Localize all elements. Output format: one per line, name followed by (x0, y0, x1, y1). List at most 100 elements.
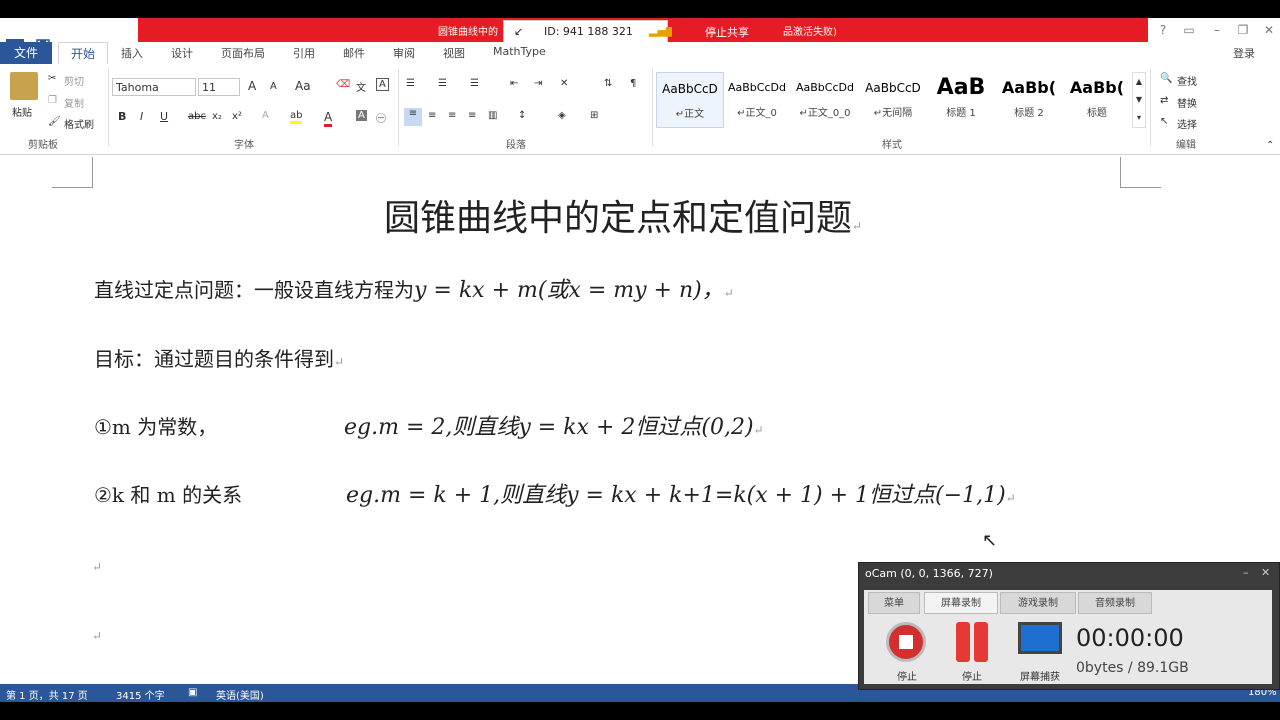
char-shading-icon[interactable]: A (356, 110, 367, 121)
bullets-icon[interactable]: ☰ (406, 78, 415, 89)
tab-mailings[interactable]: 邮件 (343, 45, 365, 61)
ocam-tab-screen[interactable]: 屏幕录制 (924, 592, 998, 614)
language[interactable]: 英语(美国) (216, 687, 264, 702)
bold-button[interactable]: B (118, 110, 126, 123)
strikethrough-button[interactable]: abc (188, 111, 206, 122)
help-button[interactable]: ? (1152, 20, 1174, 40)
item-2-label[interactable]: ②k 和 m 的关系 (94, 479, 242, 508)
replace-button[interactable]: 替换 (1177, 95, 1197, 110)
cut-button[interactable]: 剪切 (64, 73, 84, 88)
phonetic-guide-icon[interactable]: 文 (356, 79, 366, 94)
page-count[interactable]: 第 1 页，共 17 页 (6, 687, 88, 702)
styles-scroll-icon[interactable]: ▲ ▼ ▾ (1132, 72, 1146, 128)
decrease-indent-icon[interactable]: ⇤ (510, 78, 518, 89)
tab-view[interactable]: 视图 (443, 45, 465, 61)
editing-group-label: 编辑 (1176, 140, 1196, 151)
style-normal-0[interactable]: AaBbCcDd ↵正文_0 (724, 72, 790, 126)
clear-format-icon[interactable]: ⌫ (336, 79, 350, 90)
style-sample: AaBbCcDd (728, 81, 786, 94)
tab-references[interactable]: 引用 (293, 45, 315, 61)
format-painter-icon[interactable]: 🖌 (48, 116, 61, 127)
grow-font-icon[interactable]: A (248, 79, 256, 93)
align-right-icon[interactable]: ≡ (448, 110, 456, 121)
restore-icon[interactable]: ❐ (1232, 20, 1254, 40)
shrink-font-icon[interactable]: A (270, 81, 277, 92)
paste-button[interactable]: 粘贴 (12, 104, 32, 119)
find-icon[interactable]: 🔍 (1160, 73, 1172, 84)
pause-icon[interactable] (974, 622, 988, 662)
item-1-math[interactable]: eg.m = 2,则直线y = kx + 2恒过点(0,2)↵ (344, 409, 764, 441)
font-name-select[interactable]: Tahoma (112, 78, 196, 96)
tab-home[interactable]: 开始 (58, 42, 108, 65)
empty-paragraph-mark: ↵ (92, 629, 103, 643)
chinese-layout-icon[interactable]: ✕ (560, 78, 568, 89)
style-heading-1[interactable]: AaB 标题 1 (928, 72, 994, 126)
align-center-icon[interactable]: ≡ (428, 110, 436, 121)
ocam-minimize-icon[interactable]: – (1243, 566, 1249, 579)
proofing-icon[interactable]: ▣ (188, 687, 197, 698)
line-spacing-icon[interactable]: ↕ (518, 110, 526, 121)
item-2-math[interactable]: eg.m = k + 1,则直线y = kx + k+1=k(x + 1) + … (346, 477, 1016, 509)
record-timer: 00:00:00 (1076, 624, 1184, 652)
shading-icon[interactable]: ◈ (558, 110, 566, 121)
record-stop-button[interactable] (886, 622, 926, 662)
login-link[interactable]: 登录 (1233, 45, 1255, 61)
style-normal[interactable]: AaBbCcD ↵正文 (656, 72, 724, 128)
style-normal-0-0[interactable]: AaBbCcDd ↵正文_0_0 (792, 72, 858, 126)
numbering-icon[interactable]: ☰ (438, 78, 447, 89)
copy-icon[interactable]: ❐ (48, 95, 57, 106)
select-button[interactable]: 选择 (1177, 116, 1197, 131)
superscript-button[interactable]: x² (232, 111, 242, 122)
subscript-button[interactable]: x₂ (212, 111, 222, 122)
style-no-spacing[interactable]: AaBbCcD ↵无间隔 (860, 72, 926, 126)
minimize-icon[interactable]: – (1206, 20, 1228, 40)
text-effect-icon[interactable]: A (262, 110, 269, 121)
sort-icon[interactable]: ⇅ (604, 78, 612, 89)
ribbon-options-icon[interactable]: ▭ (1178, 20, 1200, 40)
align-left-icon[interactable]: ≡ (404, 108, 422, 126)
tab-mathtype[interactable]: MathType (493, 45, 546, 58)
ocam-tab-menu[interactable]: 菜单 (868, 592, 920, 614)
increase-indent-icon[interactable]: ⇥ (534, 78, 542, 89)
enclosed-char-icon[interactable]: ㊀ (376, 110, 386, 125)
distribute-icon[interactable]: ▥ (488, 110, 497, 121)
italic-button[interactable]: I (140, 110, 143, 123)
ocam-tab-audio[interactable]: 音频录制 (1078, 592, 1152, 614)
change-case-button[interactable]: Aa (295, 79, 311, 93)
multilevel-list-icon[interactable]: ☰ (470, 78, 479, 89)
style-heading-2[interactable]: AaBb( 标题 2 (996, 72, 1062, 126)
monitor-icon[interactable] (1018, 622, 1062, 654)
font-size-select[interactable]: 11 (198, 78, 240, 96)
highlight-icon[interactable]: ab (290, 110, 303, 124)
pause-icon[interactable] (956, 622, 970, 662)
word-count[interactable]: 3415 个字 (116, 687, 165, 702)
tab-insert[interactable]: 插入 (121, 45, 143, 61)
tab-layout[interactable]: 页面布局 (221, 45, 265, 61)
paste-icon[interactable] (10, 72, 38, 100)
tab-file[interactable]: 文件 (0, 42, 52, 64)
format-painter-button[interactable]: 格式刷 (64, 116, 94, 131)
font-color-icon[interactable]: A (324, 110, 333, 127)
style-title[interactable]: AaBb( 标题 (1064, 72, 1130, 126)
close-icon[interactable]: ✕ (1258, 20, 1280, 40)
ocam-close-icon[interactable]: ✕ (1261, 566, 1270, 579)
select-icon[interactable]: ↖ (1160, 116, 1168, 127)
char-border-icon[interactable]: A (376, 78, 389, 91)
collapse-ribbon-icon[interactable]: ⌃ (1266, 140, 1274, 151)
show-marks-icon[interactable]: ¶ (630, 78, 636, 89)
document-heading[interactable]: 圆锥曲线中的定点和定值问题↵ (384, 189, 862, 241)
underline-button[interactable]: U (160, 110, 168, 123)
tab-design[interactable]: 设计 (171, 45, 193, 61)
copy-button[interactable]: 复制 (64, 95, 84, 110)
cut-icon[interactable]: ✂ (48, 73, 56, 84)
replace-icon[interactable]: ⇄ (1160, 95, 1168, 106)
collapse-arrow-icon[interactable]: ↙ (514, 25, 523, 38)
justify-icon[interactable]: ≡ (468, 110, 476, 121)
find-button[interactable]: 查找 (1177, 73, 1197, 88)
item-1-label[interactable]: ①m 为常数， (94, 411, 217, 440)
paragraph-line-2[interactable]: 目标：通过题目的条件得到↵ (94, 343, 344, 372)
borders-icon[interactable]: ⊞ (590, 110, 598, 121)
ocam-tab-game[interactable]: 游戏录制 (1000, 592, 1076, 614)
paragraph-line-1[interactable]: 直线过定点问题：一般设直线方程为y = kx + m(或x = my + n)，… (94, 272, 734, 304)
tab-review[interactable]: 审阅 (393, 45, 415, 61)
